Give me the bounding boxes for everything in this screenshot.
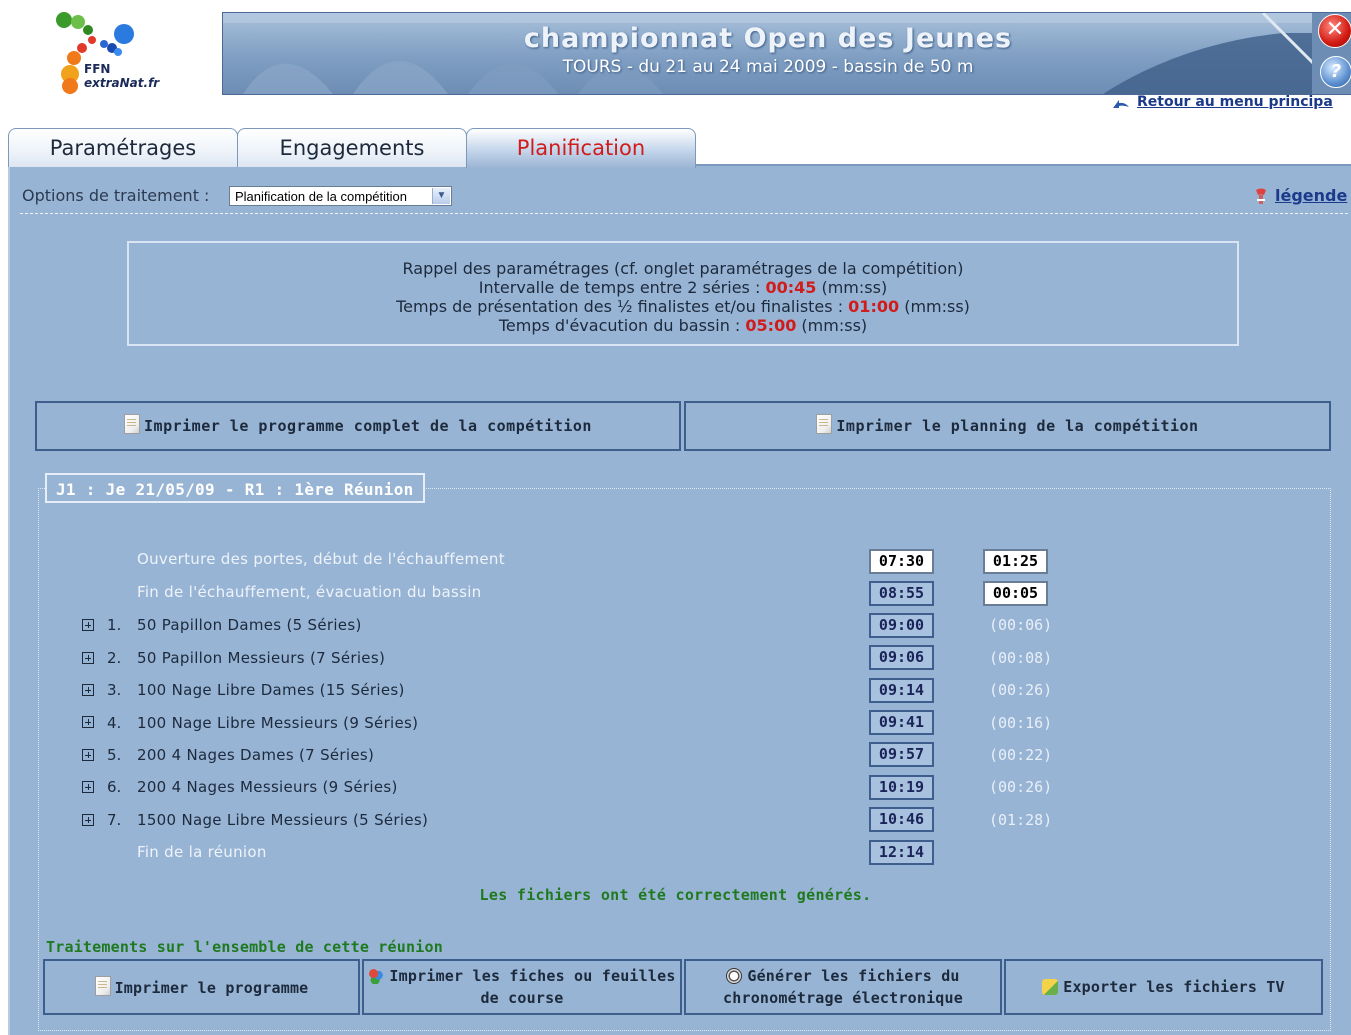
event-duration: (00:08) <box>989 649 1053 667</box>
event-label: 1500 Nage Libre Messieurs (5 Séries) <box>137 811 429 829</box>
options-select[interactable]: Planification de la compétition ▼ <box>229 186 452 206</box>
event-time: 09:06 <box>869 645 934 670</box>
event-label: 50 Papillon Messieurs (7 Séries) <box>137 649 386 667</box>
expand-plus-icon[interactable] <box>82 619 94 631</box>
back-arrow-icon <box>1113 100 1129 108</box>
success-message: Les fichiers ont été correctement généré… <box>479 886 872 904</box>
event-label: 200 4 Nages Dames (7 Séries) <box>137 746 375 764</box>
event-label: 100 Nage Libre Dames (15 Séries) <box>137 681 405 699</box>
print-programme-button[interactable]: Imprimer le programme <box>43 959 360 1015</box>
event-number: 6. <box>107 778 122 796</box>
expand-plus-icon[interactable] <box>82 652 94 664</box>
document-icon <box>124 414 141 434</box>
document-icon <box>94 975 111 996</box>
intervalle-value: 00:45 <box>765 278 817 297</box>
event-time: 09:57 <box>869 742 934 767</box>
event-number: 5. <box>107 746 122 764</box>
rappel-intervalle: Intervalle de temps entre 2 séries : 00:… <box>478 278 888 297</box>
rappel-evacuation: Temps d'évacution du bassin : 05:00 (mm:… <box>498 316 868 335</box>
event-number: 1. <box>107 616 122 634</box>
event-duration: (00:22) <box>989 746 1053 764</box>
print-planning-button[interactable]: Imprimer le planning de la compétition <box>684 401 1331 451</box>
fin-echauffement-duration-input[interactable]: 00:05 <box>983 581 1048 606</box>
expand-plus-icon[interactable] <box>82 716 94 728</box>
event-duration: (00:16) <box>989 714 1053 732</box>
tab-parametrages[interactable]: Paramétrages <box>8 128 238 167</box>
generate-chrono-files-button[interactable]: Générer les fichiers du chronométrage él… <box>684 959 1002 1015</box>
rappel-parametrages-box: Rappel des paramétrages (cf. onglet para… <box>127 241 1239 346</box>
tab-planification[interactable]: Planification <box>466 128 696 168</box>
event-time: 10:19 <box>869 775 934 800</box>
ouverture-time: 07:30 <box>869 549 934 574</box>
event-time: 09:00 <box>869 613 934 638</box>
users-icon <box>368 968 385 984</box>
options-label: Options de traitement : <box>22 186 210 205</box>
event-label: 100 Nage Libre Messieurs (9 Séries) <box>137 714 419 732</box>
competition-banner: championnat Open des Jeunes TOURS - du 2… <box>222 12 1314 95</box>
event-duration: (00:06) <box>989 616 1053 634</box>
event-time: 09:14 <box>869 678 934 703</box>
options-select-value: Planification de la compétition <box>235 189 407 204</box>
expand-plus-icon[interactable] <box>82 684 94 696</box>
document-icon <box>816 414 833 434</box>
event-duration: (00:26) <box>989 681 1053 699</box>
separator <box>20 213 1348 214</box>
help-icon[interactable]: ? <box>1320 56 1351 88</box>
print-full-programme-button[interactable]: Imprimer le programme complet de la comp… <box>35 401 681 451</box>
expand-plus-icon[interactable] <box>82 749 94 761</box>
event-number: 2. <box>107 649 122 667</box>
rappel-title: Rappel des paramétrages (cf. onglet para… <box>402 259 964 278</box>
ouverture-label: Ouverture des portes, début de l'échauff… <box>137 550 505 568</box>
rappel-presentation: Temps de présentation des ½ finalistes e… <box>396 297 970 316</box>
event-number: 3. <box>107 681 122 699</box>
event-number: 7. <box>107 811 122 829</box>
traitements-heading: Traitements sur l'ensemble de cette réun… <box>46 938 443 956</box>
fin-echauffement-time: 08:55 <box>869 581 934 606</box>
stopwatch-icon <box>726 968 743 984</box>
legend-icon <box>1256 188 1266 204</box>
event-label: 50 Papillon Dames (5 Séries) <box>137 616 362 634</box>
presentation-value: 01:00 <box>848 297 900 316</box>
retour-menu-link[interactable]: Retour au menu principa <box>1137 94 1333 110</box>
fin-reunion-label: Fin de la réunion <box>137 843 267 861</box>
expand-plus-icon[interactable] <box>82 814 94 826</box>
legende-link[interactable]: légende <box>1275 186 1347 205</box>
close-icon[interactable]: ✕ <box>1318 14 1351 48</box>
logo-text-extranat: extraNat.fr <box>84 76 160 90</box>
event-time: 09:41 <box>869 710 934 735</box>
export-tv-files-button[interactable]: Exporter les fichiers TV <box>1004 959 1323 1015</box>
event-label: 200 4 Nages Messieurs (9 Séries) <box>137 778 398 796</box>
chevron-down-icon[interactable]: ▼ <box>432 188 450 204</box>
print-fiches-button[interactable]: Imprimer les fiches ou feuilles de cours… <box>362 959 682 1015</box>
event-duration: (00:26) <box>989 778 1053 796</box>
reunion-title: J1 : Je 21/05/09 - R1 : 1ère Réunion <box>45 473 425 503</box>
tab-engagements[interactable]: Engagements <box>237 128 467 167</box>
expand-plus-icon[interactable] <box>82 781 94 793</box>
fin-reunion-time: 12:14 <box>869 840 934 865</box>
banner-title: championnat Open des Jeunes <box>523 23 1013 54</box>
event-duration: (01:28) <box>989 811 1053 829</box>
evacuation-value: 05:00 <box>745 316 797 335</box>
event-number: 4. <box>107 714 122 732</box>
fin-echauffement-label: Fin de l'échauffement, évacuation du bas… <box>137 583 482 601</box>
ouverture-duration-input[interactable]: 01:25 <box>983 549 1048 574</box>
export-icon <box>1042 979 1059 995</box>
logo-text-ffn: FFN <box>84 62 111 76</box>
event-time: 10:46 <box>869 807 934 832</box>
banner-subtitle: TOURS - du 21 au 24 mai 2009 - bassin de… <box>562 57 974 77</box>
